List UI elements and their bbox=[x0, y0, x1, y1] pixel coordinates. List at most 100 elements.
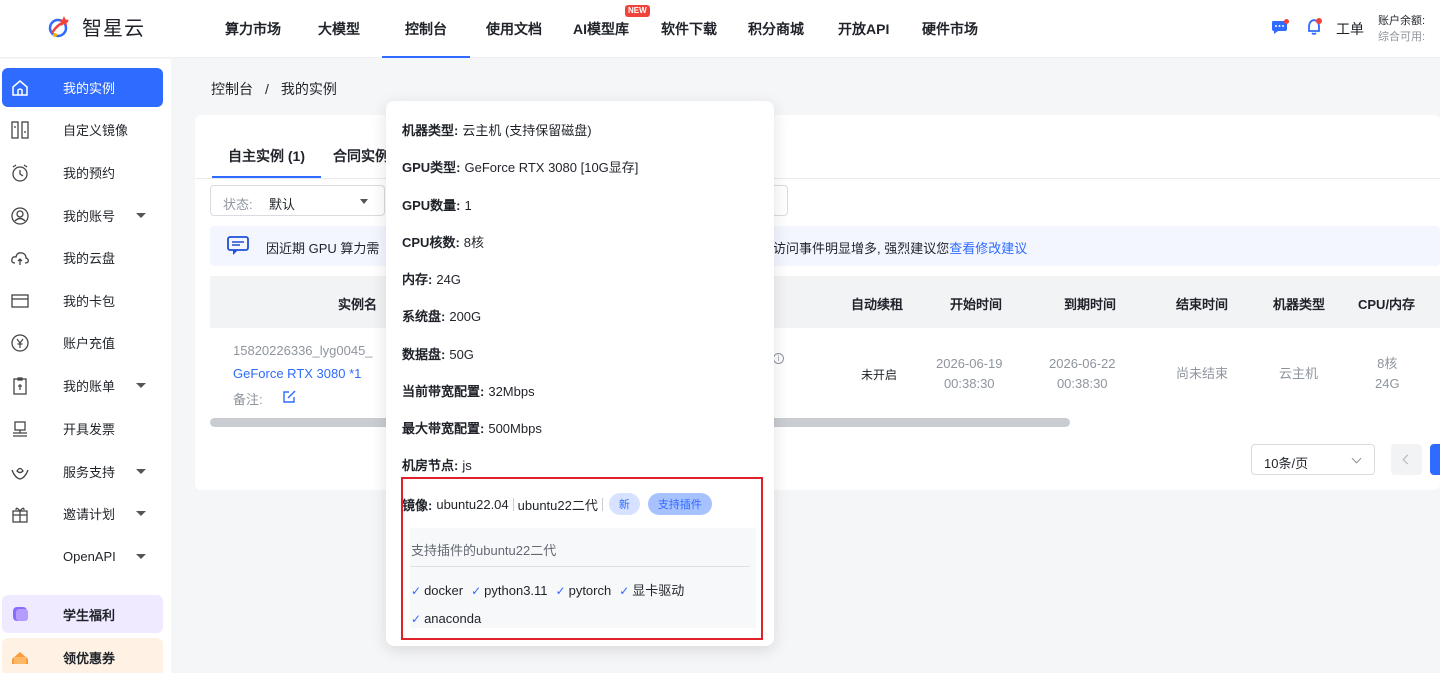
spec-key: 系统盘: bbox=[402, 309, 446, 324]
prev-page-button[interactable] bbox=[1391, 444, 1422, 475]
nav-console[interactable]: 控制台 bbox=[382, 19, 470, 58]
spec-key: GPU数量: bbox=[402, 198, 461, 213]
coupon-icon bbox=[12, 652, 28, 664]
notice-link[interactable]: 查看修改建议 bbox=[949, 241, 1027, 256]
status-filter-value: 默认 bbox=[269, 197, 296, 212]
spec-value: 云主机 (支持保留磁盘) bbox=[462, 123, 592, 138]
spec-line: 当前带宽配置: 32Mbps bbox=[402, 381, 535, 400]
spec-line: 系统盘: 200G bbox=[402, 306, 481, 325]
nav-ai-model-library[interactable]: AI模型库 bbox=[573, 19, 629, 39]
chevron-down-icon[interactable] bbox=[136, 554, 146, 559]
nav-docs[interactable]: 使用文档 bbox=[486, 19, 542, 39]
auto-renew-status: 未开启 bbox=[861, 368, 898, 382]
sidebar-item-invite[interactable]: 邀请计划 bbox=[0, 494, 171, 533]
spec-key: 机房节点: bbox=[402, 458, 459, 473]
home-icon bbox=[12, 79, 28, 96]
nav-compute-market[interactable]: 算力市场 bbox=[225, 19, 281, 39]
nav-points-mall[interactable]: 积分商城 bbox=[748, 19, 804, 39]
sidebar-item-label: 账户充值 bbox=[63, 336, 116, 351]
spec-value: 24G bbox=[436, 272, 461, 287]
spec-key: 当前带宽配置: bbox=[402, 384, 485, 399]
col-header-machine-type: 机器类型 bbox=[1273, 297, 1326, 312]
sidebar-item-label: 我的账单 bbox=[63, 379, 116, 394]
breadcrumb-separator: / bbox=[265, 81, 269, 97]
nav-large-model[interactable]: 大模型 bbox=[318, 19, 360, 39]
spec-value: 500Mbps bbox=[488, 421, 542, 436]
sidebar-item-support[interactable]: 服务支持 bbox=[0, 452, 171, 491]
image-icon bbox=[11, 120, 29, 139]
bill-icon bbox=[13, 376, 27, 395]
tab-contract-instances[interactable]: 合同实例 bbox=[333, 146, 389, 166]
instance-id: 15820226336_lyg0045_ bbox=[233, 343, 373, 358]
current-page-button[interactable] bbox=[1430, 444, 1440, 475]
brand-logo[interactable]: 智星云 bbox=[46, 12, 145, 41]
chevron-down-icon[interactable] bbox=[136, 469, 146, 474]
spec-key: GPU类型: bbox=[402, 160, 461, 175]
info-icon[interactable]: i bbox=[773, 353, 784, 364]
chevron-down-icon[interactable] bbox=[136, 511, 146, 516]
yen-circle-icon bbox=[11, 333, 29, 352]
instance-note-label: 备注: bbox=[233, 392, 263, 407]
sidebar-item-invoice[interactable]: 开具发票 bbox=[0, 409, 171, 448]
bell-icon[interactable] bbox=[1306, 18, 1322, 36]
coupon-button[interactable]: 领优惠券 bbox=[2, 638, 163, 673]
spec-line: 机房节点: js bbox=[402, 455, 472, 474]
sidebar-item-label: 我的账号 bbox=[63, 209, 116, 224]
spec-line: 机器类型: 云主机 (支持保留磁盘) bbox=[402, 120, 592, 139]
tab-own-instances[interactable]: 自主实例 (1) bbox=[212, 146, 321, 178]
sidebar-item-label: 我的卡包 bbox=[63, 294, 116, 309]
sidebar-item-cloud-disk[interactable]: 我的云盘 bbox=[0, 238, 171, 277]
sidebar-item-label: OpenAPI bbox=[63, 549, 116, 564]
tabs-divider bbox=[195, 178, 1440, 179]
sidebar-item-account[interactable]: 我的账号 bbox=[0, 196, 171, 235]
message-icon[interactable] bbox=[1271, 19, 1289, 35]
spec-line: CPU核数: 8核 bbox=[402, 232, 484, 251]
invoice-icon bbox=[13, 420, 27, 437]
col-header-start-time: 开始时间 bbox=[950, 297, 1003, 312]
nav-open-api[interactable]: 开放API bbox=[838, 19, 889, 39]
breadcrumb-current: 我的实例 bbox=[280, 81, 337, 97]
caret-down-icon bbox=[360, 199, 368, 204]
new-badge: NEW bbox=[625, 5, 650, 17]
chevron-down-icon[interactable] bbox=[136, 213, 146, 218]
logo-icon bbox=[48, 15, 69, 37]
end-time-cell: 尚未结束 bbox=[1176, 366, 1229, 381]
sidebar-item-reservations[interactable]: 我的预约 bbox=[0, 153, 171, 192]
ticket-link[interactable]: 工单 bbox=[1336, 19, 1364, 39]
spec-value: 32Mbps bbox=[488, 384, 535, 399]
edit-icon[interactable] bbox=[283, 390, 296, 403]
chevron-down-icon[interactable] bbox=[136, 383, 146, 388]
expire-time-cell: 2026-06-22 00:38:30 bbox=[1049, 356, 1116, 391]
sidebar-item-my-instances[interactable]: 我的实例 bbox=[2, 68, 163, 107]
sidebar-item-card-wallet[interactable]: 我的卡包 bbox=[0, 281, 171, 320]
spec-line: GPU数量: 1 bbox=[402, 195, 472, 214]
page-size-select[interactable]: 10条/页 bbox=[1251, 444, 1375, 475]
sidebar-item-label: 开具发票 bbox=[63, 422, 116, 437]
col-header-auto-renew: 自动续租 bbox=[851, 297, 904, 312]
sidebar-item-custom-image[interactable]: 自定义镜像 bbox=[0, 110, 171, 149]
notice-text-end: 访问事件明显增多, 强烈建议您查看修改建议 bbox=[773, 241, 1028, 256]
available-balance-label: 综合可用: bbox=[1378, 31, 1426, 43]
user-icon bbox=[11, 206, 29, 225]
sidebar-item-recharge[interactable]: 账户充值 bbox=[0, 323, 171, 362]
sidebar-item-openapi[interactable]: OpenAPI bbox=[0, 537, 171, 576]
breadcrumb-root[interactable]: 控制台 bbox=[211, 81, 253, 97]
instance-gpu-link[interactable]: GeForce RTX 3080 *1 bbox=[233, 366, 361, 381]
spec-key: 最大带宽配置: bbox=[402, 421, 485, 436]
status-filter-select[interactable]: 状态: 默认 bbox=[210, 185, 385, 216]
sidebar-item-label: 邀请计划 bbox=[63, 507, 116, 522]
spec-line: 最大带宽配置: 500Mbps bbox=[402, 418, 542, 437]
sidebar-promo-label: 学生福利 bbox=[63, 607, 116, 623]
spec-key: 机器类型: bbox=[402, 123, 459, 138]
nav-software-download[interactable]: 软件下载 bbox=[661, 19, 717, 39]
col-header-expire-time: 到期时间 bbox=[1064, 297, 1117, 312]
sidebar-item-bills[interactable]: 我的账单 bbox=[0, 366, 171, 405]
spec-value: GeForce RTX 3080 [10G显存] bbox=[464, 160, 639, 175]
student-benefit-button[interactable]: 学生福利 bbox=[2, 595, 163, 633]
gift-icon bbox=[12, 507, 28, 523]
spec-key: 数据盘: bbox=[402, 347, 446, 362]
chevron-down-icon bbox=[1351, 453, 1362, 464]
announcement-icon bbox=[227, 236, 249, 255]
sidebar-promo-label: 领优惠券 bbox=[63, 650, 116, 666]
nav-hardware-market[interactable]: 硬件市场 bbox=[922, 19, 978, 39]
